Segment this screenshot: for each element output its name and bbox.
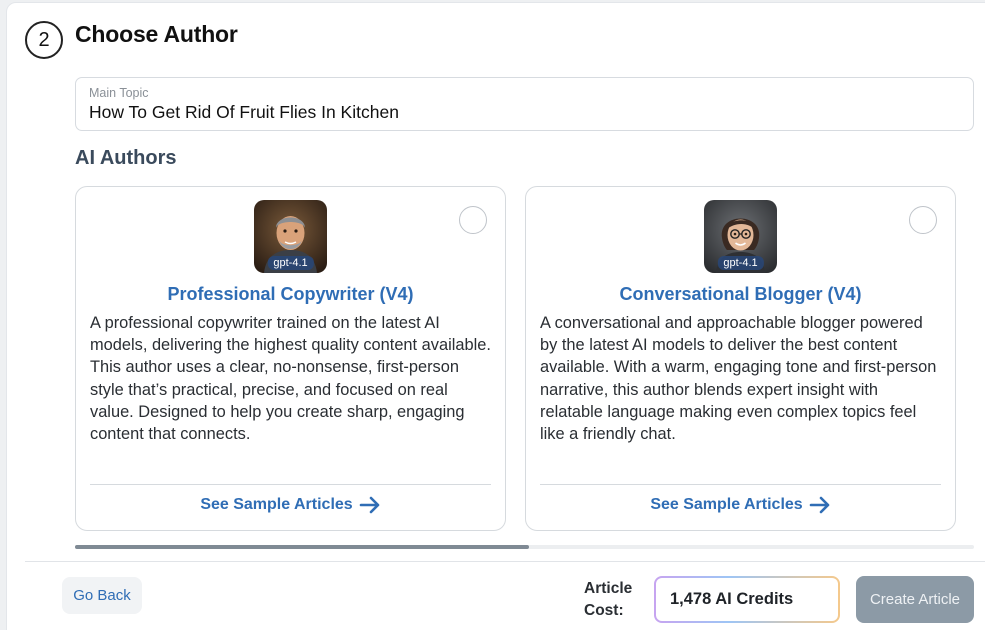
main-topic-field[interactable]: Main Topic How To Get Rid Of Fruit Flies… (75, 77, 974, 131)
author-description: A conversational and approachable blogge… (540, 314, 937, 444)
sample-link-label: See Sample Articles (200, 496, 353, 513)
author-description: A professional copywriter trained on the… (90, 314, 491, 444)
avatar: gpt-4.1 (704, 200, 777, 273)
see-sample-articles-link[interactable]: See Sample Articles (526, 496, 955, 514)
main-topic-label: Main Topic (89, 86, 149, 100)
go-back-button[interactable]: Go Back (62, 577, 142, 614)
create-article-button[interactable]: Create Article (856, 576, 974, 623)
footer-divider (25, 561, 985, 562)
author-name: Conversational Blogger (V4) (619, 284, 862, 304)
step-number: 2 (38, 28, 50, 51)
ai-authors-heading: AI Authors (75, 147, 177, 169)
arrow-right-icon (359, 496, 379, 514)
author-name: Professional Copywriter (V4) (167, 284, 414, 304)
main-topic-value[interactable]: How To Get Rid Of Fruit Flies In Kitchen (89, 102, 399, 123)
card-divider (540, 484, 941, 485)
scrollbar-thumb[interactable] (75, 545, 529, 549)
author-radio-button[interactable] (459, 206, 487, 234)
avatar: gpt-4.1 (254, 200, 327, 273)
author-card-conversational-blogger[interactable]: gpt-4.1 Conversational Blogger (V4) A co… (525, 186, 956, 531)
article-cost-label: Article Cost: (584, 578, 632, 622)
arrow-right-icon (809, 496, 829, 514)
article-cost-label-line2: Cost: (584, 602, 624, 619)
model-badge: gpt-4.1 (267, 256, 314, 270)
sample-link-label: See Sample Articles (650, 496, 803, 513)
ai-credits-display: 1,478 AI Credits (654, 576, 840, 623)
horizontal-scrollbar[interactable] (75, 545, 974, 549)
author-radio-button[interactable] (909, 206, 937, 234)
author-card-professional-copywriter[interactable]: gpt-4.1 Professional Copywriter (V4) A p… (75, 186, 506, 531)
model-badge: gpt-4.1 (717, 256, 764, 270)
page-title: Choose Author (75, 21, 238, 47)
ai-credits-value: 1,478 AI Credits (656, 578, 838, 621)
step-number-badge: 2 (25, 21, 63, 59)
card-divider (90, 484, 491, 485)
see-sample-articles-link[interactable]: See Sample Articles (76, 496, 505, 514)
article-cost-label-line1: Article (584, 580, 633, 597)
